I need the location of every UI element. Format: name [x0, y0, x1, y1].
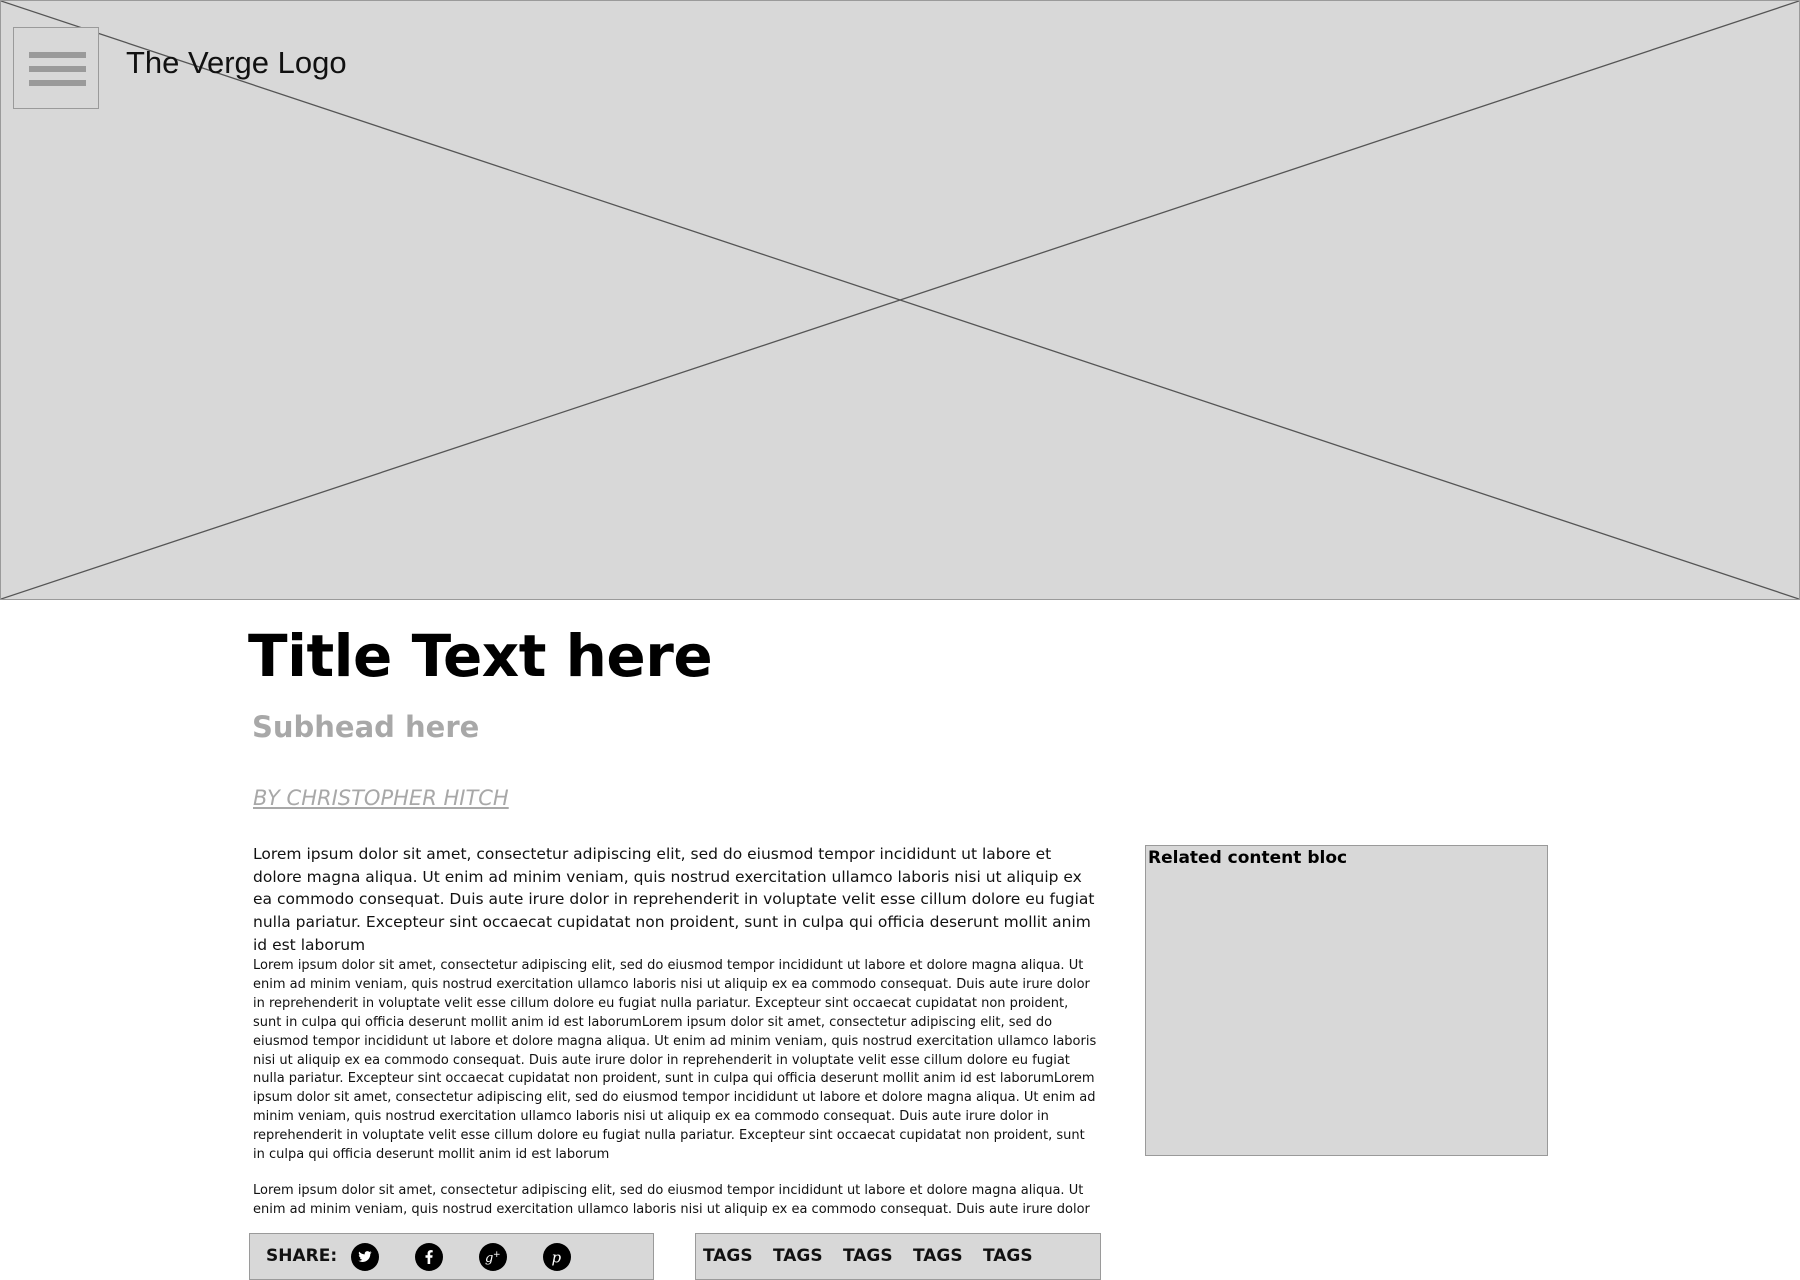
tag-link[interactable]: TAGS — [843, 1246, 893, 1266]
google-plus-icon[interactable]: g + — [479, 1243, 507, 1271]
lead-paragraph: Lorem ipsum dolor sit amet, consectetur … — [253, 845, 1095, 954]
hamburger-bar — [29, 80, 86, 86]
related-content-label: Related content bloc — [1148, 848, 1348, 868]
page-title: Title Text here — [248, 622, 713, 690]
body-paragraph: Lorem ipsum dolor sit amet, consectetur … — [253, 958, 1097, 1163]
twitter-icon[interactable] — [351, 1243, 379, 1271]
svg-text:+: + — [493, 1250, 501, 1260]
tag-link[interactable]: TAGS — [703, 1246, 753, 1266]
pinterest-icon[interactable]: p — [543, 1243, 571, 1271]
share-bar: SHARE: g + p — [249, 1233, 654, 1280]
hero-image-placeholder: The Verge Logo — [0, 0, 1800, 600]
tag-link[interactable]: TAGS — [983, 1246, 1033, 1266]
facebook-icon[interactable] — [415, 1243, 443, 1271]
hamburger-bar — [29, 66, 86, 72]
share-label: SHARE: — [266, 1246, 338, 1266]
tags-bar: TAGS TAGS TAGS TAGS TAGS — [695, 1233, 1101, 1280]
hamburger-menu-button[interactable] — [13, 27, 99, 109]
site-logo[interactable]: The Verge Logo — [126, 45, 347, 81]
author-byline-link[interactable]: BY CHRISTOPHER HITCH — [253, 786, 509, 810]
tag-link[interactable]: TAGS — [913, 1246, 963, 1266]
hamburger-bar — [29, 52, 86, 58]
svg-text:p: p — [552, 1249, 562, 1267]
page-subhead: Subhead here — [252, 710, 480, 744]
placeholder-cross-icon — [1, 1, 1799, 599]
tag-link[interactable]: TAGS — [773, 1246, 823, 1266]
related-content-block[interactable]: Related content bloc — [1145, 845, 1548, 1156]
body-paragraph: Lorem ipsum dolor sit amet, consectetur … — [253, 1183, 1090, 1217]
